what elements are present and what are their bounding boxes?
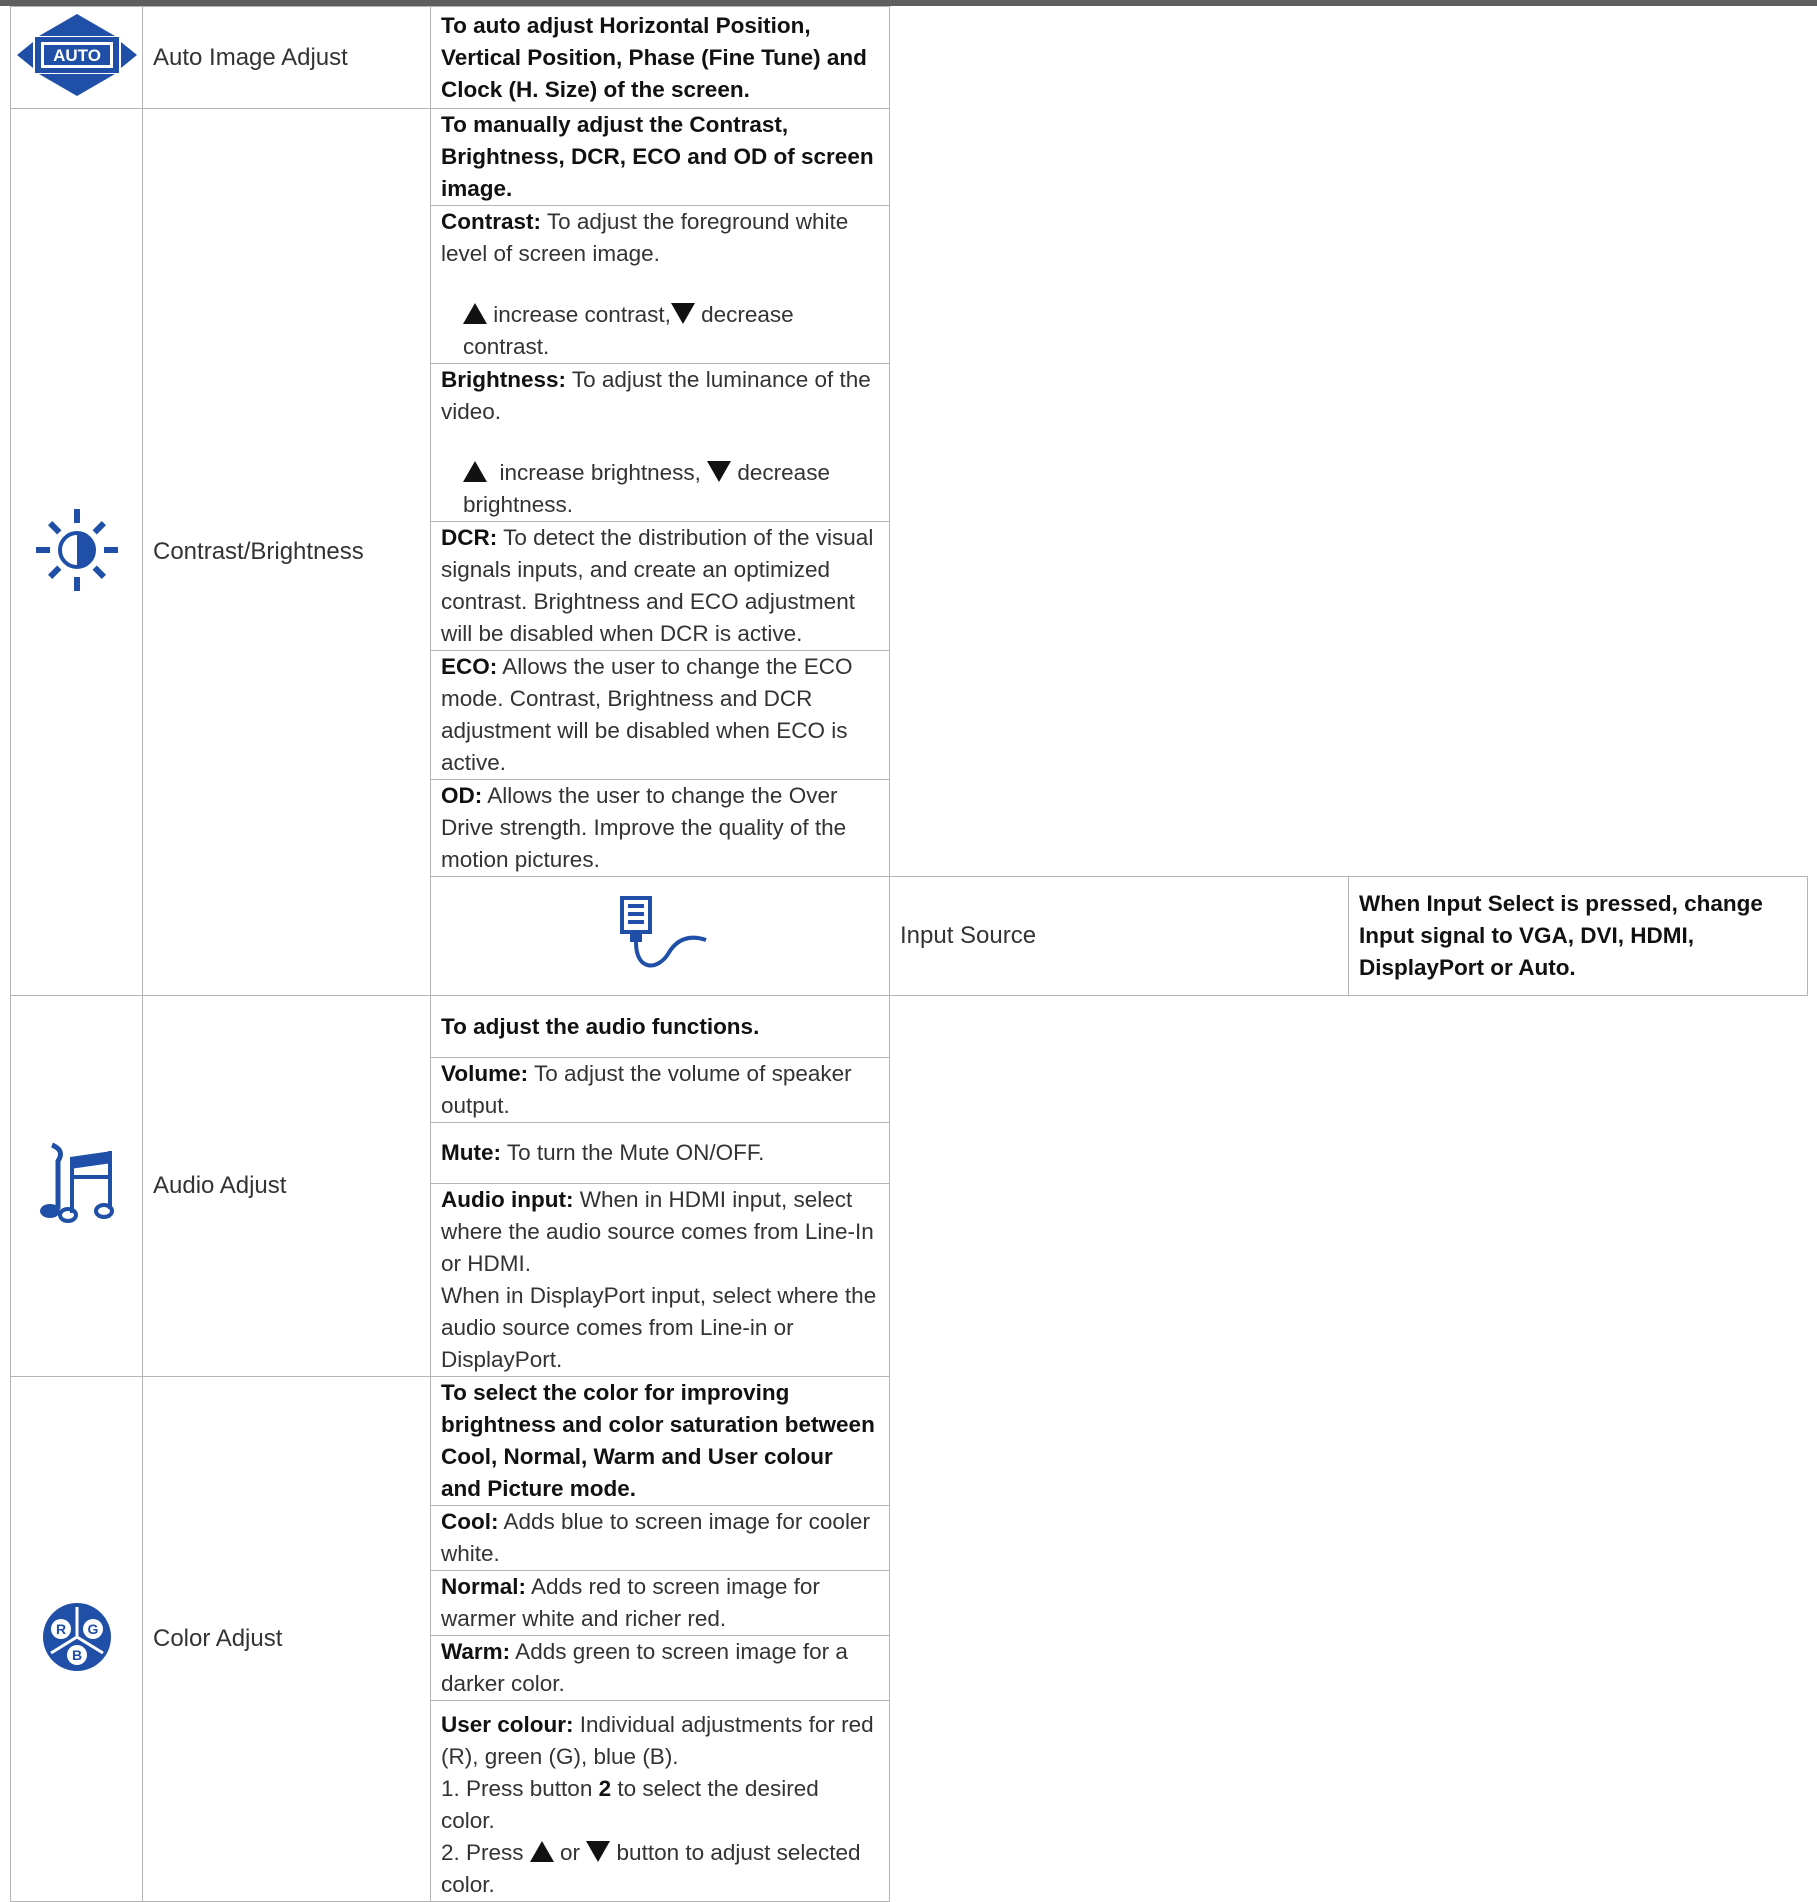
contrast-desc: Contrast: To adjust the foreground white…: [430, 205, 890, 364]
svg-text:AUTO: AUTO: [53, 46, 101, 65]
triangle-up-icon: [463, 461, 487, 482]
svg-text:B: B: [71, 1647, 81, 1663]
triangle-down-icon: [586, 1841, 611, 1862]
triangle-up-icon: [529, 1841, 554, 1862]
audio-input-desc: Audio input: When in HDMI input, select …: [430, 1183, 890, 1377]
row-auto-image-adjust: AUTO Auto Image Adjust To auto adjust Ho…: [10, 6, 1808, 109]
audio-title: To adjust the audio functions.: [430, 995, 890, 1058]
auto-image-adjust-name: Auto Image Adjust: [142, 6, 431, 109]
osd-function-table: AUTO Auto Image Adjust To auto adjust Ho…: [10, 6, 1808, 1902]
brightness-icon: [32, 505, 122, 595]
user-colour-desc: User colour: Individual adjustments for …: [430, 1700, 890, 1902]
rgb-icon-cell: R G B: [10, 1376, 143, 1902]
brightness-desc: Brightness: To adjust the luminance of t…: [430, 363, 890, 522]
color-title: To select the color for improving bright…: [430, 1376, 890, 1506]
input-source-icon-cell: [430, 876, 890, 996]
eco-desc: ECO: Allows the user to change the ECO m…: [430, 650, 890, 780]
music-note-icon-cell: [10, 995, 143, 1377]
contrast-brightness-name: Contrast/Brightness: [142, 108, 431, 996]
od-desc: OD: Allows the user to change the Over D…: [430, 779, 890, 877]
volume-desc: Volume: To adjust the volume of speaker …: [430, 1057, 890, 1123]
row-audio-title: Audio Adjust To adjust the audio functio…: [10, 995, 1808, 1377]
music-note-icon: [32, 1139, 122, 1229]
triangle-down-icon: [670, 303, 695, 324]
auto-desc: To auto adjust Horizontal Position, Vert…: [430, 6, 890, 109]
svg-text:G: G: [87, 1621, 98, 1637]
auto-icon-cell: AUTO: [10, 6, 143, 109]
normal-desc: Normal: Adds red to screen image for war…: [430, 1570, 890, 1636]
row-contrast-title: Contrast/Brightness To manually adjust t…: [10, 108, 1808, 996]
rgb-icon: R G B: [37, 1597, 117, 1677]
color-adjust-name: Color Adjust: [142, 1376, 431, 1902]
svg-text:R: R: [55, 1621, 65, 1637]
audio-adjust-name: Audio Adjust: [142, 995, 431, 1377]
mute-desc: Mute: To turn the Mute ON/OFF.: [430, 1122, 890, 1184]
input-desc: When Input Select is pressed, change Inp…: [1348, 876, 1808, 996]
brightness-icon-cell: [10, 108, 143, 996]
contrast-title: To manually adjust the Contrast, Brightn…: [430, 108, 890, 206]
row-color-title: R G B Color Adjust To select the color f…: [10, 1376, 1808, 1902]
warm-desc: Warm: Adds green to screen image for a d…: [430, 1635, 890, 1701]
dcr-desc: DCR: To detect the distribution of the v…: [430, 521, 890, 651]
input-source-name: Input Source: [889, 876, 1349, 996]
triangle-up-icon: [463, 303, 487, 324]
input-source-icon: [610, 894, 710, 974]
triangle-down-icon: [707, 461, 732, 482]
cool-desc: Cool: Adds blue to screen image for cool…: [430, 1505, 890, 1571]
auto-icon: AUTO: [15, 10, 139, 100]
